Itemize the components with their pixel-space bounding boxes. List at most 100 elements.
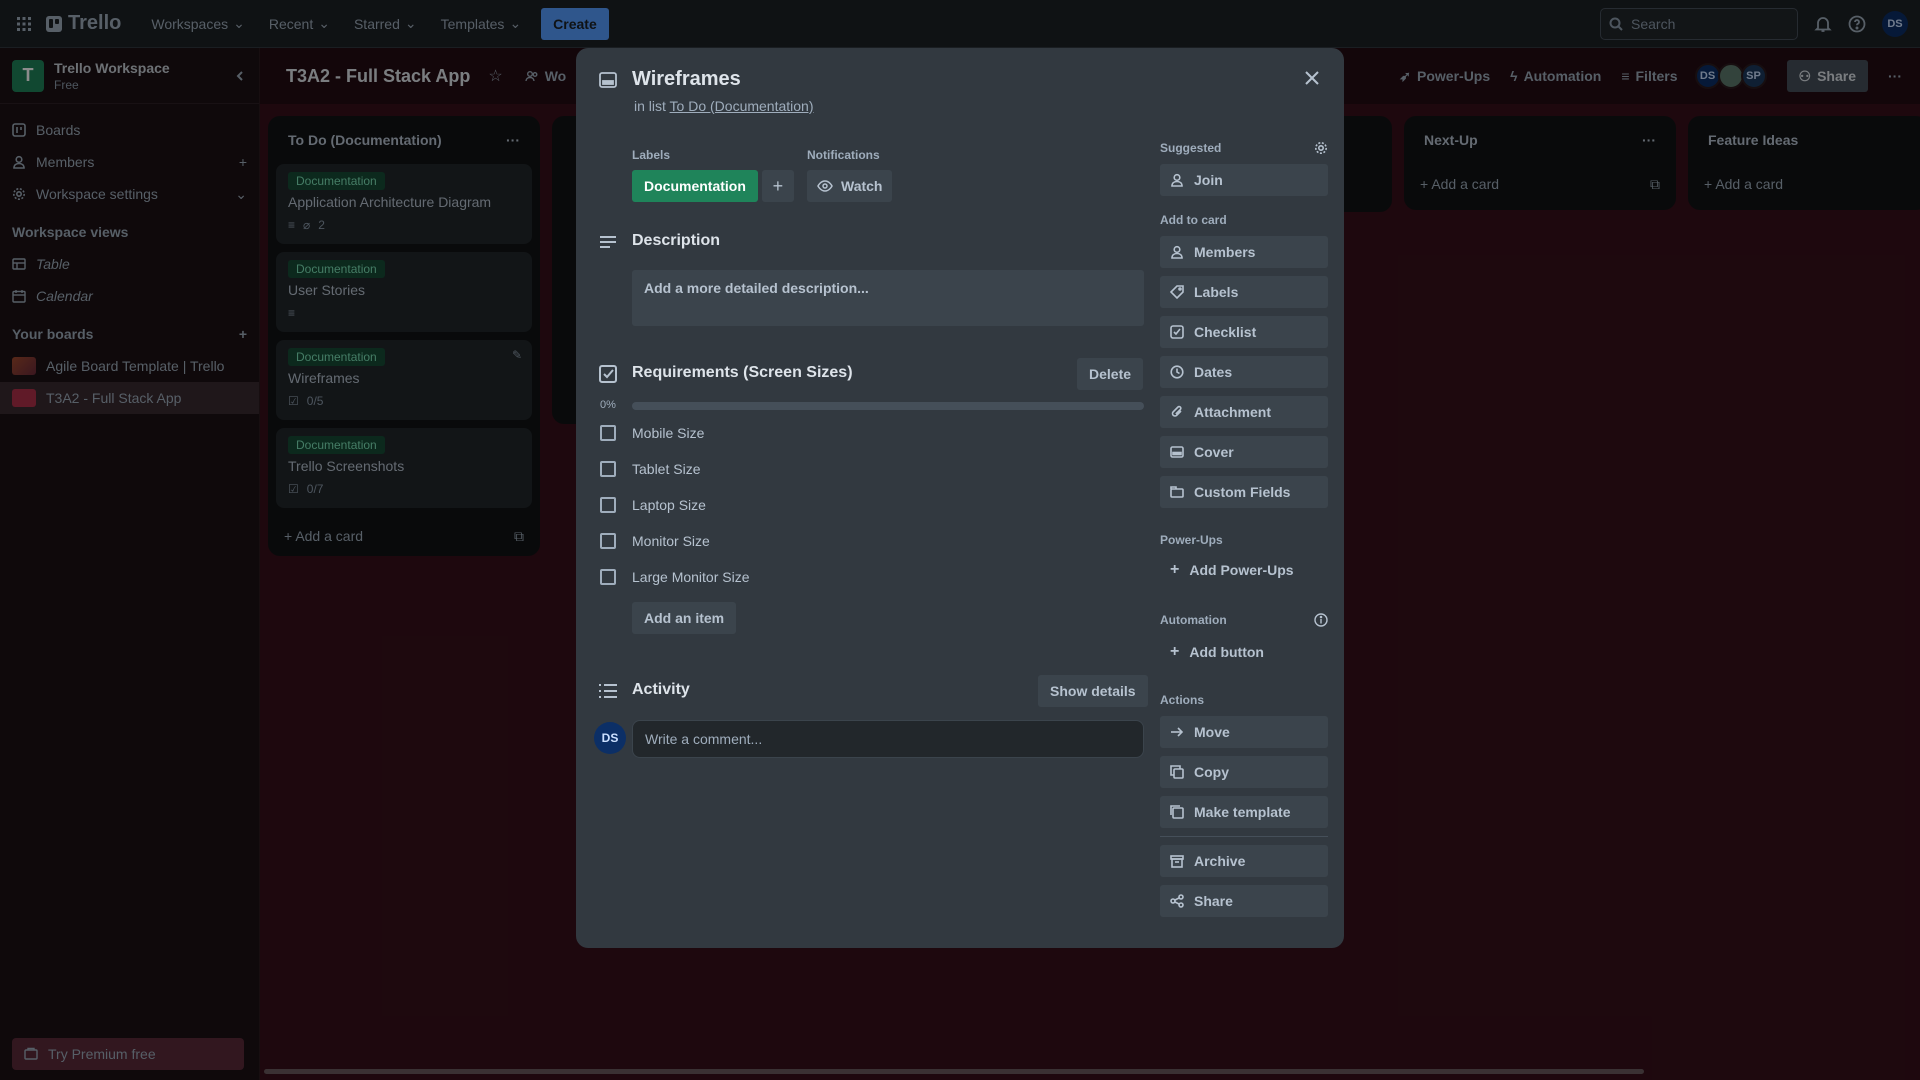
watch-label: Watch — [841, 178, 883, 194]
checklist-item[interactable]: Tablet Size — [600, 451, 700, 487]
label-documentation[interactable]: Documentation — [632, 170, 758, 202]
delete-checklist-button[interactable]: Delete — [1077, 358, 1144, 390]
make-template-button[interactable]: Make template — [1160, 796, 1328, 828]
eye-icon — [817, 180, 833, 192]
checklist-progress-bar — [632, 402, 1144, 410]
checkbox[interactable] — [600, 533, 616, 549]
notifications-heading: Notifications — [807, 148, 880, 162]
checkbox[interactable] — [600, 497, 616, 513]
labels-section: Labels Documentation + — [632, 148, 794, 202]
description-icon — [596, 230, 620, 254]
checklist-item-label[interactable]: Mobile Size — [632, 425, 704, 441]
checkbox[interactable] — [600, 425, 616, 441]
checklist-item[interactable]: Monitor Size — [600, 523, 710, 559]
in-list-prefix: in list — [634, 98, 666, 114]
power-ups-heading: Power-Ups — [1160, 533, 1223, 547]
button-label: Copy — [1194, 764, 1229, 780]
card-icon — [596, 68, 620, 92]
comment-avatar: DS — [594, 722, 626, 754]
share-icon — [1170, 894, 1184, 908]
checklist-item-label[interactable]: Laptop Size — [632, 497, 706, 513]
checklist-title[interactable]: Requirements (Screen Sizes) — [632, 364, 853, 382]
info-icon[interactable] — [1314, 613, 1328, 627]
template-icon — [1170, 805, 1184, 819]
move-button[interactable]: Move — [1160, 716, 1328, 748]
comment-input[interactable]: Write a comment... — [632, 720, 1144, 758]
checklist-icon — [596, 362, 620, 386]
copy-icon — [1170, 765, 1184, 779]
checkbox[interactable] — [600, 461, 616, 477]
actions-section: Actions Move Copy Make template Archive … — [1160, 690, 1328, 925]
checklist-button[interactable]: Checklist — [1160, 316, 1328, 348]
card-detail-modal: Wireframes in list To Do (Documentation)… — [576, 48, 1344, 948]
checklist-item-label[interactable]: Monitor Size — [632, 533, 710, 549]
description-heading: Description — [632, 232, 721, 249]
cover-button[interactable]: Cover — [1160, 436, 1328, 468]
checklist-item-label[interactable]: Tablet Size — [632, 461, 700, 477]
suggested-heading: Suggested — [1160, 141, 1222, 155]
add-button-button[interactable]: + Add button — [1160, 636, 1328, 668]
archive-button[interactable]: Archive — [1160, 845, 1328, 877]
in-list-link[interactable]: To Do (Documentation) — [670, 98, 814, 114]
share-button[interactable]: Share — [1160, 885, 1328, 917]
person-icon — [1171, 173, 1183, 187]
actions-divider — [1160, 836, 1328, 837]
checklist-item[interactable]: Mobile Size — [600, 415, 704, 451]
show-details-button[interactable]: Show details — [1038, 675, 1148, 707]
labels-button[interactable]: Labels — [1160, 276, 1328, 308]
members-button[interactable]: Members — [1160, 236, 1328, 268]
person-icon — [1171, 245, 1183, 259]
button-label: Cover — [1194, 444, 1234, 460]
tag-icon — [1170, 285, 1184, 299]
button-label: Add button — [1189, 644, 1264, 660]
checklist-item-label[interactable]: Large Monitor Size — [632, 569, 750, 585]
copy-button[interactable]: Copy — [1160, 756, 1328, 788]
button-label: Make template — [1194, 804, 1291, 820]
plus-icon: + — [1170, 643, 1180, 660]
checkbox[interactable] — [600, 569, 616, 585]
labels-heading: Labels — [632, 148, 671, 162]
power-ups-section: Power-Ups + Add Power-Ups — [1160, 530, 1328, 586]
add-label-button[interactable]: + — [761, 170, 794, 202]
activity-heading: Activity — [632, 681, 690, 698]
checklist-item[interactable]: Large Monitor Size — [600, 559, 750, 595]
watch-button[interactable]: Watch — [807, 170, 893, 202]
button-label: Members — [1194, 244, 1256, 260]
clock-icon — [1170, 365, 1184, 379]
button-label: Join — [1194, 172, 1223, 188]
button-label: Attachment — [1194, 404, 1272, 420]
in-list-text: in list To Do (Documentation) — [634, 98, 814, 114]
button-label: Custom Fields — [1194, 484, 1291, 500]
automation-heading: Automation — [1160, 613, 1227, 627]
add-to-card-heading: Add to card — [1160, 213, 1227, 227]
add-power-ups-button[interactable]: + Add Power-Ups — [1160, 554, 1328, 586]
gear-icon[interactable] — [1314, 141, 1328, 155]
suggested-section: Suggested Join — [1160, 138, 1328, 204]
button-label: Dates — [1194, 364, 1233, 380]
add-to-card-section: Add to card Members Labels Checklist Dat… — [1160, 210, 1328, 516]
automation-section: Automation + Add button — [1160, 610, 1328, 668]
checklist-item[interactable]: Laptop Size — [600, 487, 706, 523]
button-label: Share — [1194, 893, 1233, 909]
button-label: Archive — [1194, 853, 1246, 869]
close-icon[interactable] — [1296, 62, 1328, 94]
button-label: Labels — [1194, 284, 1239, 300]
attachment-button[interactable]: Attachment — [1160, 396, 1328, 428]
paperclip-icon — [1171, 405, 1182, 417]
checklist-progress-text: 0% — [600, 399, 616, 411]
plus-icon: + — [772, 175, 784, 196]
join-button[interactable]: Join — [1160, 164, 1328, 196]
archive-icon — [1170, 855, 1184, 868]
card-title[interactable]: Wireframes — [632, 68, 741, 91]
actions-heading: Actions — [1160, 693, 1205, 707]
custom-fields-button[interactable]: Custom Fields — [1160, 476, 1328, 508]
description-input[interactable]: Add a more detailed description... — [632, 270, 1144, 326]
notifications-section: Notifications Watch — [807, 148, 893, 202]
button-label: Add Power-Ups — [1189, 562, 1294, 578]
checklist-icon — [1170, 325, 1184, 339]
button-label: Move — [1194, 724, 1230, 740]
custom-fields-icon — [1170, 486, 1184, 498]
button-label: Checklist — [1194, 324, 1257, 340]
add-checklist-item-button[interactable]: Add an item — [632, 602, 737, 634]
dates-button[interactable]: Dates — [1160, 356, 1328, 388]
